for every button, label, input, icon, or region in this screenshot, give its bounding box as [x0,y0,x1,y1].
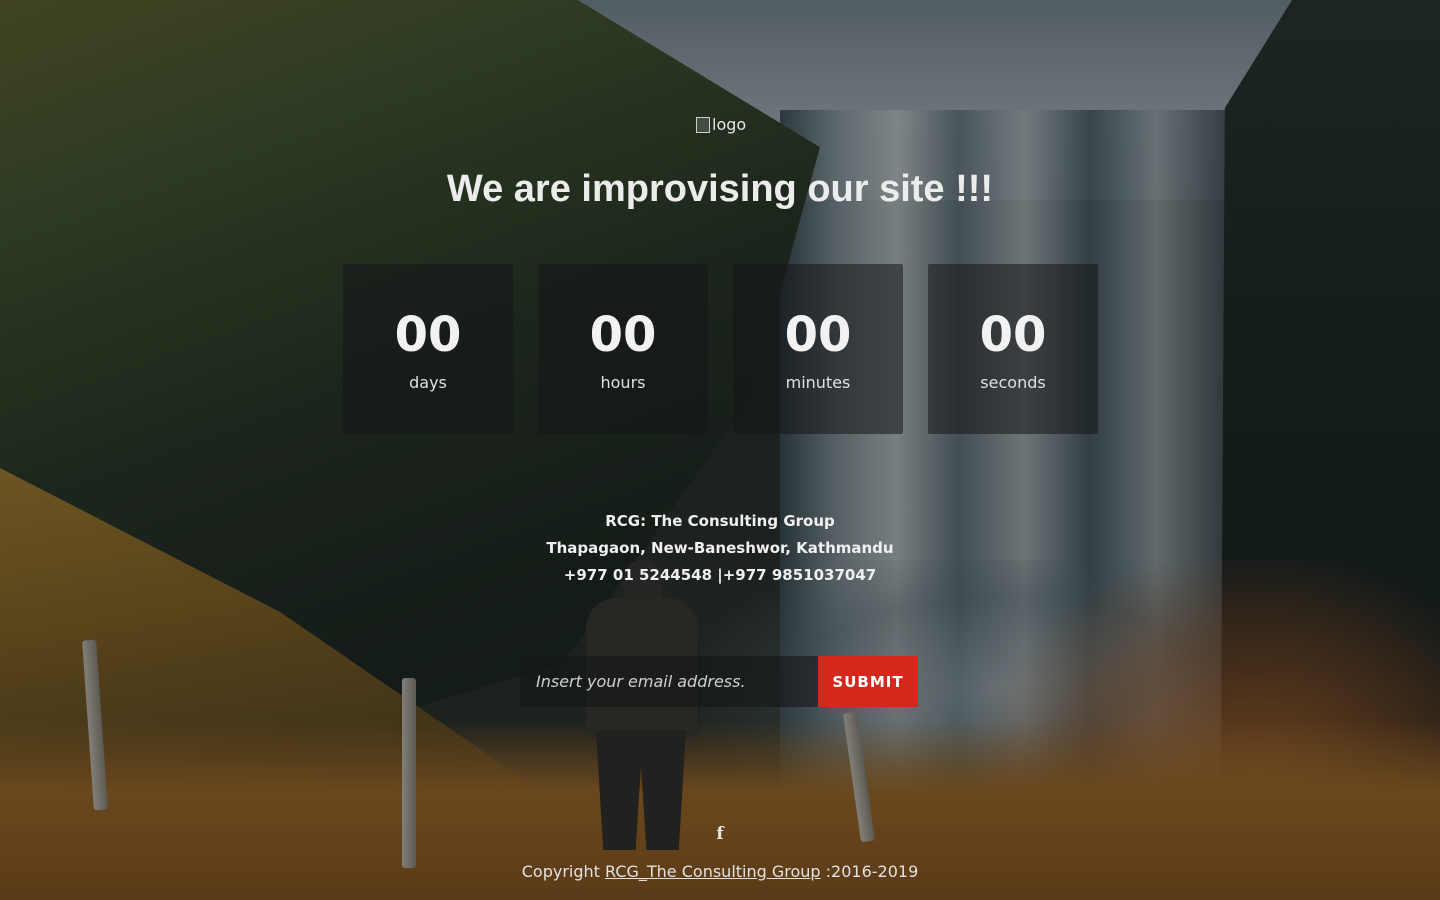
broken-image-icon [696,116,710,133]
countdown-minutes: 00 minutes [733,264,903,434]
coming-soon-page: logo We are improvising our site !!! 00 … [0,0,1440,900]
company-link[interactable]: RCG_The Consulting Group [605,862,821,881]
company-phone: +977 01 5244548 |+977 9851037047 [563,566,877,584]
company-address: Thapagaon, New-Baneshwor, Kathmandu [546,539,894,557]
countdown-label: minutes [785,372,851,392]
contact-info: RCG: The Consulting Group Thapagaon, New… [0,508,1440,589]
page-title: We are improvising our site !!! [446,168,994,210]
countdown-seconds: 00 seconds [928,264,1098,434]
logo-alt-text: logo [712,115,747,134]
company-name: RCG: The Consulting Group [605,512,835,530]
copyright-prefix: Copyright [521,862,605,881]
countdown-label: days [409,372,447,392]
logo-image: logo [696,115,746,134]
countdown-timer: 00 days 00 hours 00 minutes 00 seconds [343,264,1098,434]
facebook-icon[interactable]: f [716,824,723,844]
email-input[interactable] [520,656,818,707]
background-image [0,0,1440,900]
countdown-days: 00 days [343,264,513,434]
social-links: f [0,824,1440,844]
countdown-label: hours [600,372,646,392]
copyright-years: :2016-2019 [820,862,919,881]
countdown-label: seconds [980,372,1046,392]
subscribe-form: SUBMIT [520,656,918,707]
copyright: Copyright RCG_The Consulting Group :2016… [0,862,1440,881]
countdown-value: 00 [394,306,462,363]
submit-button[interactable]: SUBMIT [818,656,918,707]
countdown-hours: 00 hours [538,264,708,434]
countdown-value: 00 [784,306,852,363]
countdown-value: 00 [979,306,1047,363]
countdown-value: 00 [589,306,657,363]
